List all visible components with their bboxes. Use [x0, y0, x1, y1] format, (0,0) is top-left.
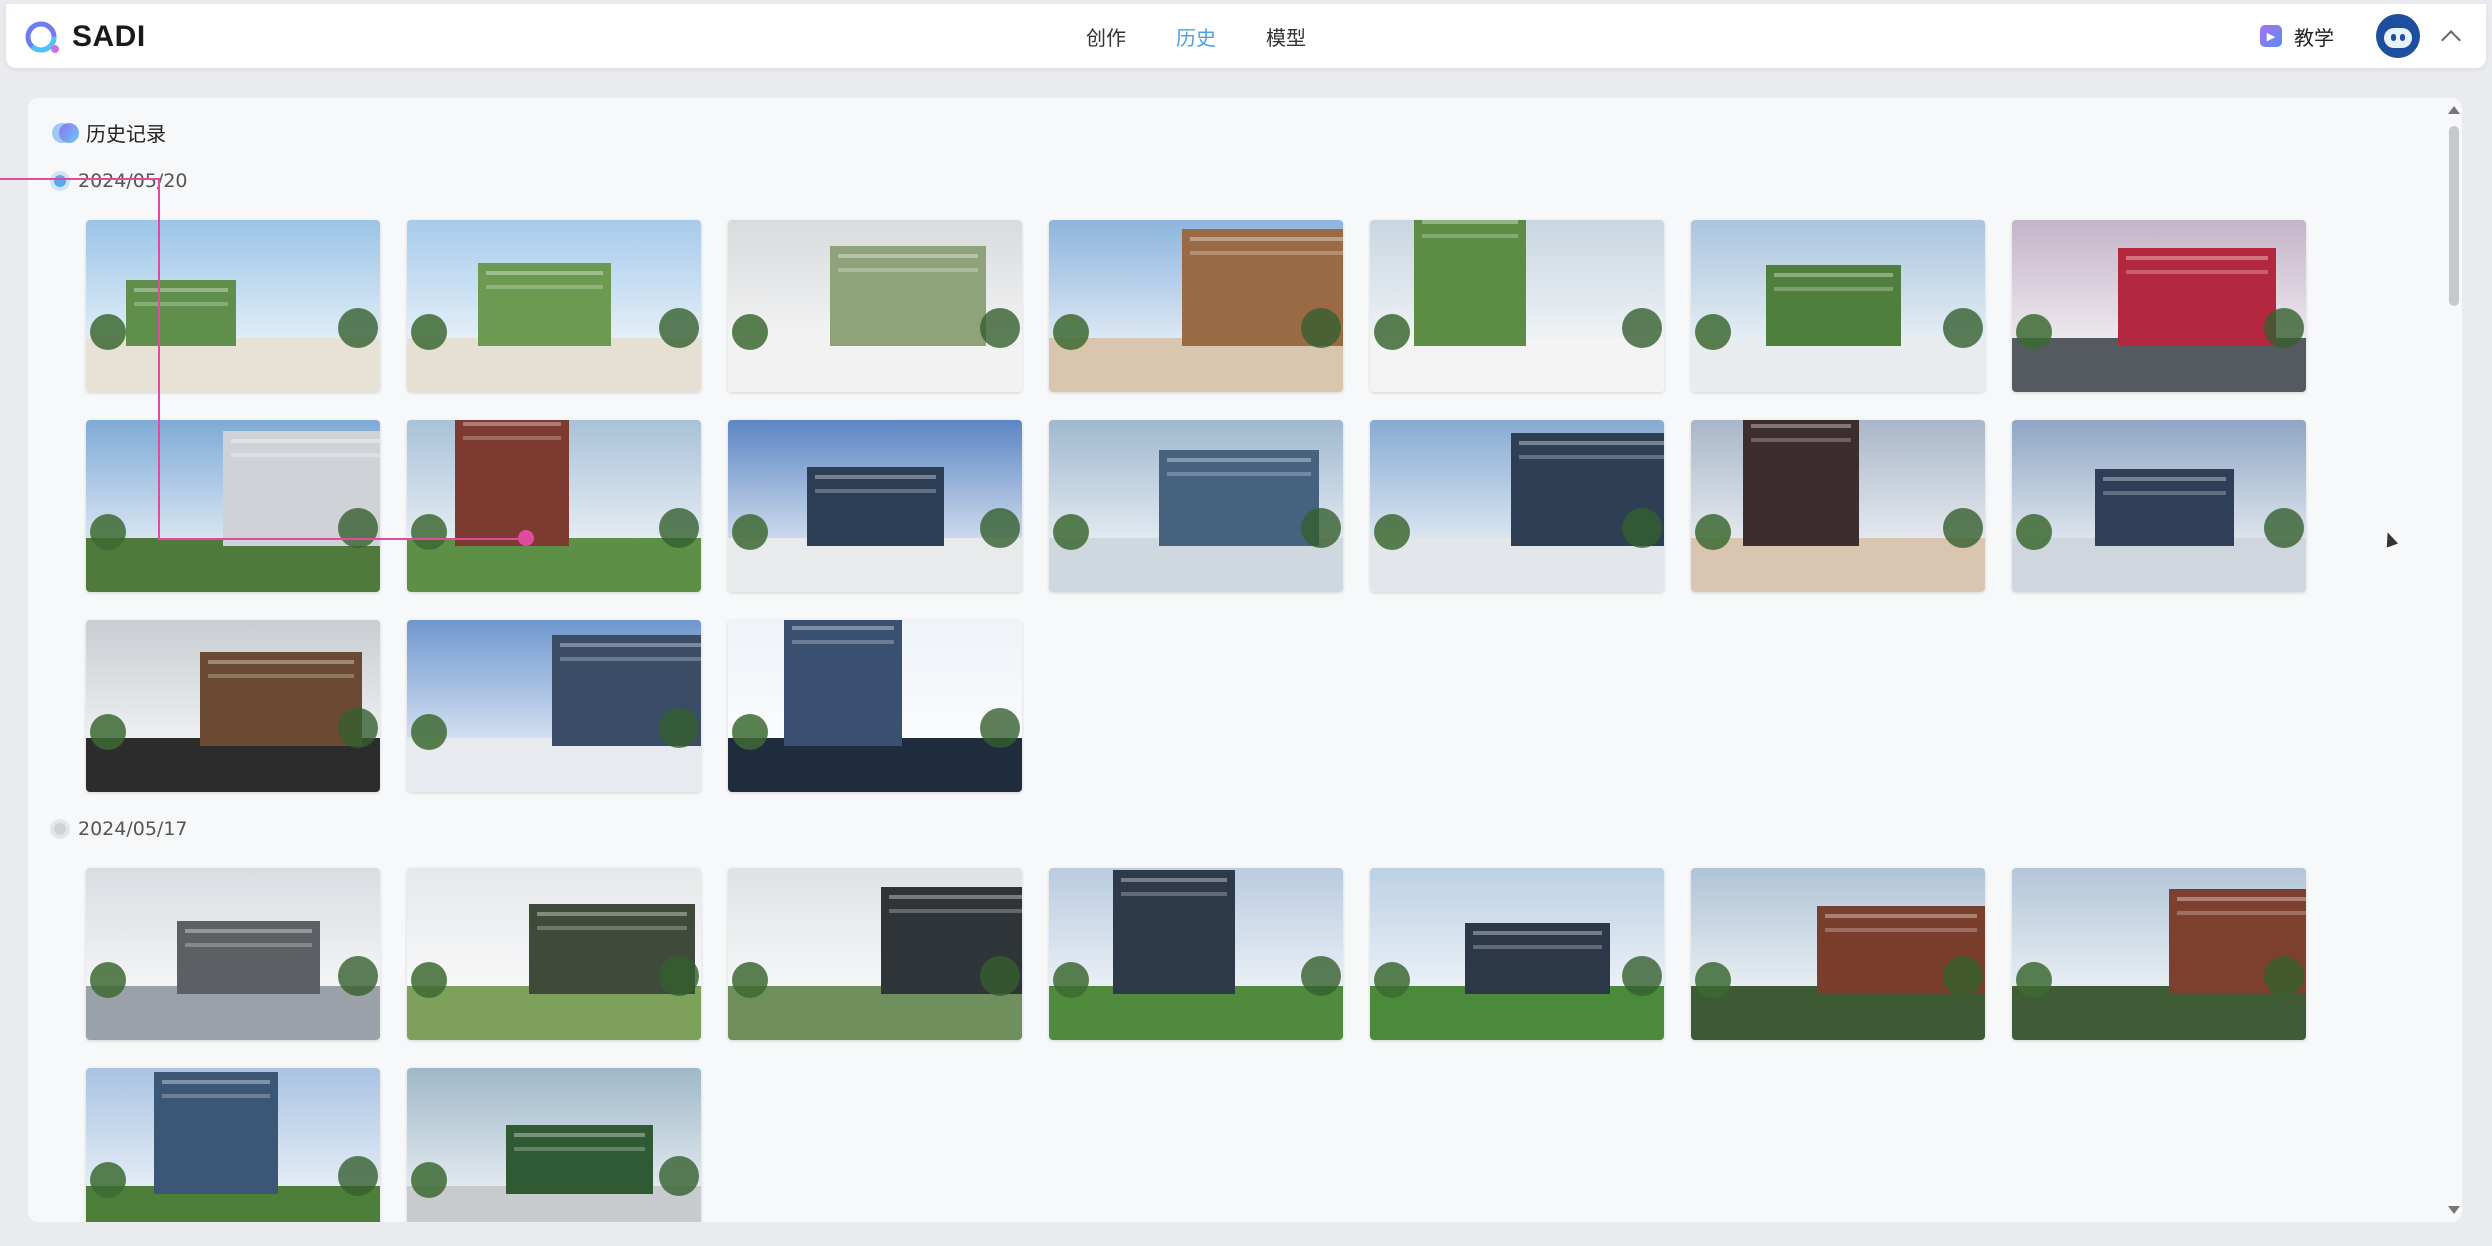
timeline-dot: [54, 823, 66, 835]
history-thumbnail[interactable]: [407, 420, 701, 592]
history-thumbnail[interactable]: [1691, 420, 1985, 592]
panel-title: 历史记录: [86, 122, 166, 146]
scroll-down-icon[interactable]: [2448, 1206, 2460, 1214]
annotation-line: [158, 538, 528, 540]
scrollbar-thumb[interactable]: [2449, 126, 2459, 306]
chevron-up-icon[interactable]: [2441, 30, 2461, 50]
history-thumbnail[interactable]: [1370, 868, 1664, 1040]
history-thumbnail[interactable]: [407, 868, 701, 1040]
history-thumbnail[interactable]: [86, 620, 380, 792]
scrollbar[interactable]: [2444, 98, 2462, 1222]
app-name: SADI: [72, 20, 146, 53]
history-thumbnail[interactable]: [1691, 220, 1985, 392]
history-thumbnail[interactable]: [728, 868, 1022, 1040]
annotation-line: [0, 178, 160, 180]
date-header: 2024/05/20: [54, 170, 188, 192]
history-thumbnail[interactable]: [1049, 868, 1343, 1040]
tutorial-button[interactable]: ▶ 教学: [2260, 22, 2334, 51]
scroll-up-icon[interactable]: [2448, 106, 2460, 114]
logo-icon: [24, 18, 62, 56]
nav-create[interactable]: 创作: [1086, 22, 1126, 51]
history-thumbnail[interactable]: [1691, 868, 1985, 1040]
history-thumbnail[interactable]: [2012, 220, 2306, 392]
nav-history[interactable]: 历史: [1176, 22, 1216, 51]
history-thumbnail[interactable]: [86, 220, 380, 392]
history-thumbnail[interactable]: [86, 1068, 380, 1222]
history-thumbnail[interactable]: [407, 220, 701, 392]
annotation-marker: [518, 530, 534, 546]
history-thumbnail[interactable]: [86, 868, 380, 1040]
history-thumbnail[interactable]: [1049, 220, 1343, 392]
history-thumbnail[interactable]: [728, 220, 1022, 392]
history-thumbnail[interactable]: [86, 420, 380, 592]
date-label: 2024/05/17: [78, 818, 188, 840]
history-thumbnail[interactable]: [1370, 420, 1664, 592]
nav-models[interactable]: 模型: [1266, 22, 1306, 51]
top-right-actions: ▶ 教学: [2260, 14, 2461, 58]
history-thumbnail[interactable]: [2012, 868, 2306, 1040]
annotation-line: [158, 178, 160, 540]
play-icon: ▶: [2260, 25, 2282, 47]
history-thumbnail[interactable]: [407, 620, 701, 792]
avatar[interactable]: [2376, 14, 2420, 58]
robot-face-icon: [2384, 28, 2412, 48]
timeline-dot: [54, 175, 66, 187]
history-thumbnail[interactable]: [2012, 420, 2306, 592]
history-thumbnail[interactable]: [1049, 420, 1343, 592]
main-nav: 创作 历史 模型: [1086, 4, 1356, 68]
date-label: 2024/05/20: [78, 170, 188, 192]
history-icon: [52, 122, 79, 143]
avatar-eye-right: [2400, 34, 2405, 41]
panel-header: 历史记录: [52, 118, 166, 147]
history-panel: 历史记录 2024/05/20 2024/05/17: [28, 98, 2462, 1222]
app-logo[interactable]: SADI: [24, 18, 146, 56]
avatar-eye-left: [2391, 34, 2396, 41]
history-thumbnail[interactable]: [728, 620, 1022, 792]
top-bar: SADI 创作 历史 模型 ▶ 教学: [6, 4, 2486, 68]
date-header: 2024/05/17: [54, 818, 188, 840]
history-thumbnail[interactable]: [407, 1068, 701, 1222]
history-thumbnail[interactable]: [1370, 220, 1664, 392]
tutorial-label: 教学: [2294, 25, 2334, 50]
history-thumbnail[interactable]: [728, 420, 1022, 592]
